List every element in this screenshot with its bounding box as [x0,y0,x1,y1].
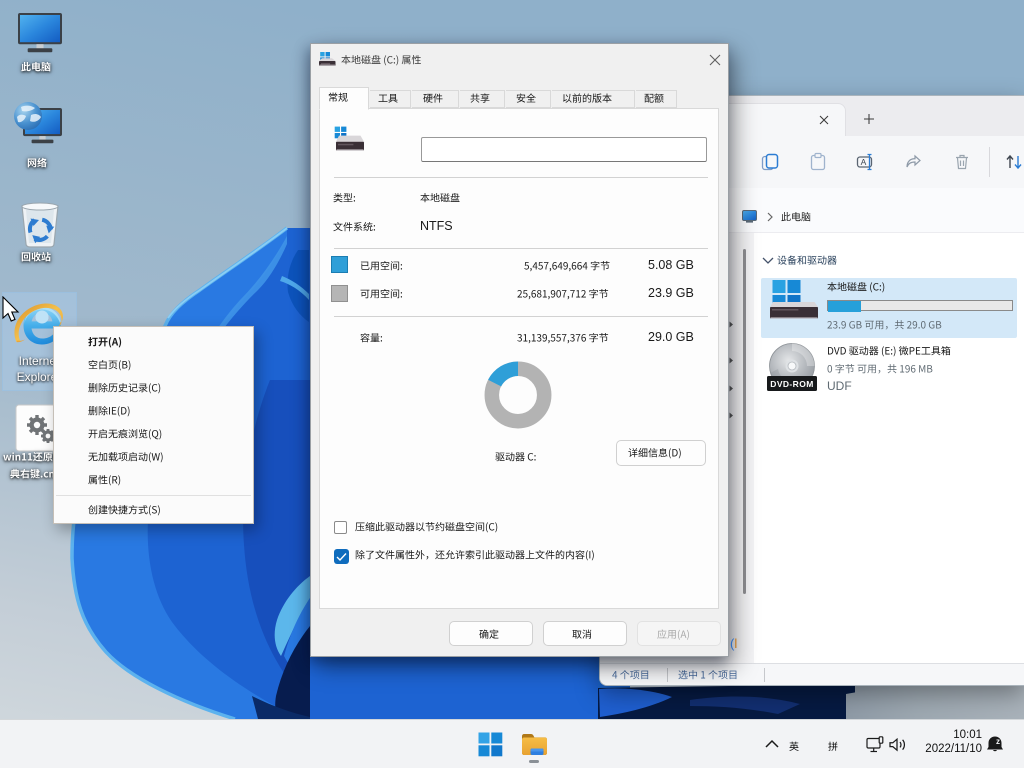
svg-text:A: A [861,157,867,167]
svg-text:z: z [996,737,1000,746]
